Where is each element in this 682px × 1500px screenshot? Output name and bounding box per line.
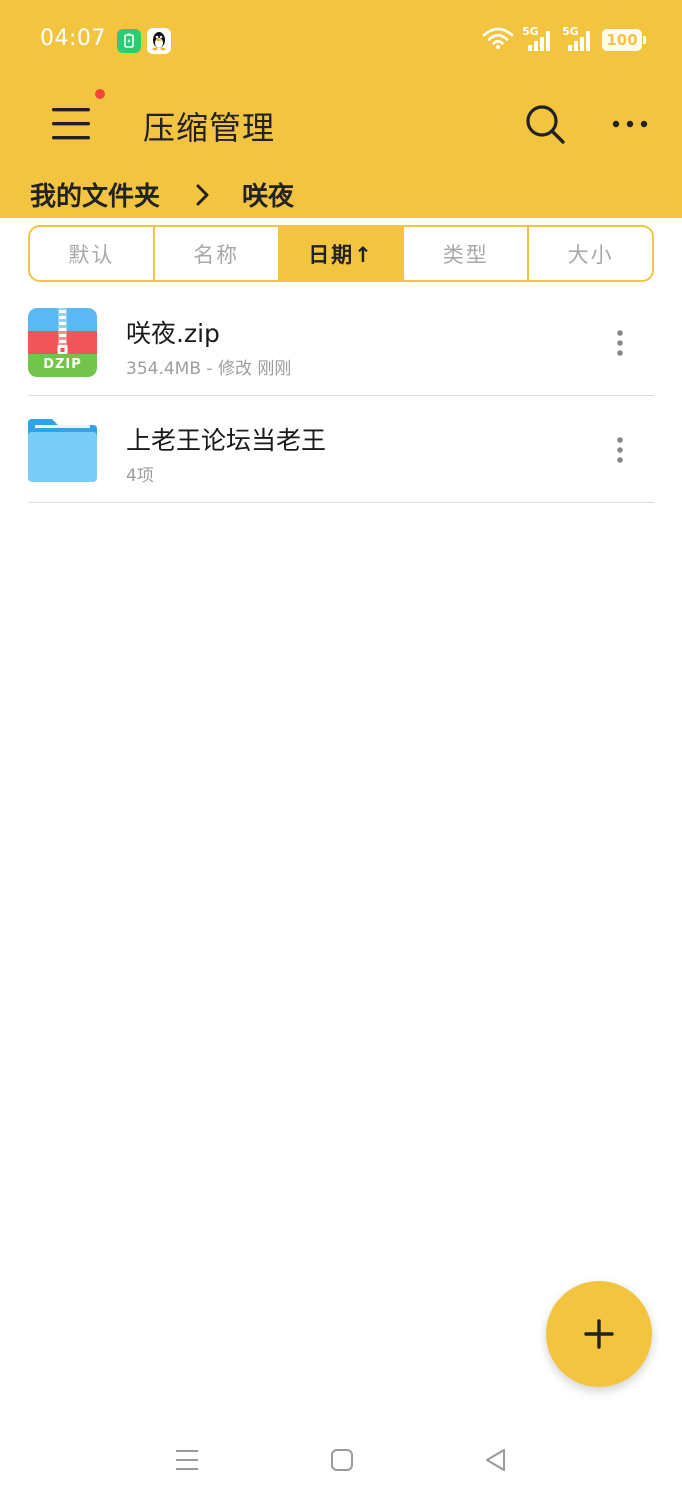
sort-tab-date[interactable]: 日期↑	[279, 227, 405, 280]
file-name: 上老王论坛当老王	[126, 426, 327, 455]
back-triangle-icon	[486, 1449, 505, 1471]
home-square-icon	[331, 1449, 353, 1471]
notification-dot	[95, 89, 105, 99]
item-more-button[interactable]	[606, 325, 634, 361]
system-nav-bar	[0, 1420, 682, 1500]
recents-menu-icon	[176, 1450, 198, 1470]
more-vertical-icon	[617, 330, 623, 356]
status-indicators: 5G 5G 100	[482, 25, 646, 54]
item-more-button[interactable]	[606, 432, 634, 468]
add-button[interactable]	[546, 1281, 652, 1387]
file-meta: 354.4MB - 修改 刚刚	[126, 359, 292, 379]
wifi-icon	[482, 26, 514, 54]
qq-penguin-icon	[147, 28, 171, 54]
sort-tab-name[interactable]: 名称	[155, 227, 280, 280]
more-options-button[interactable]	[606, 106, 654, 142]
zip-archive-icon: DZIP	[28, 308, 97, 377]
breadcrumb: 我的文件夹 咲夜	[30, 176, 294, 213]
chevron-right-icon	[194, 182, 212, 208]
battery-saver-app-icon	[117, 29, 141, 53]
nav-recents-button[interactable]	[167, 1440, 207, 1480]
hamburger-menu-icon	[52, 108, 90, 140]
sort-tab-type[interactable]: 类型	[404, 227, 530, 280]
more-horizontal-icon	[612, 120, 648, 128]
nav-home-button[interactable]	[322, 1440, 362, 1480]
signal-5g-icon-2: 5G	[562, 25, 594, 53]
status-time: 04:07	[40, 26, 106, 51]
plus-icon	[584, 1319, 614, 1349]
nav-back-button[interactable]	[476, 1440, 516, 1480]
folder-icon	[28, 415, 97, 484]
sort-tab-size[interactable]: 大小	[529, 227, 652, 280]
search-button[interactable]	[520, 100, 570, 150]
zip-icon-label: DZIP	[43, 357, 82, 372]
search-icon	[526, 105, 565, 144]
breadcrumb-current: 咲夜	[242, 182, 295, 212]
sort-tab-default[interactable]: 默认	[30, 227, 155, 280]
breadcrumb-root[interactable]: 我的文件夹	[30, 176, 160, 213]
app-header: 04:07 5G 5G 100 压缩管理 我的文件夹 咲夜	[0, 0, 682, 218]
list-item-zip-file[interactable]: DZIP 咲夜.zip 354.4MB - 修改 刚刚	[28, 290, 654, 396]
page-title: 压缩管理	[143, 109, 276, 147]
file-name: 咲夜.zip	[126, 319, 220, 348]
sort-tab-bar: 默认 名称 日期↑ 类型 大小	[28, 225, 654, 282]
battery-indicator: 100	[602, 29, 646, 51]
menu-button[interactable]	[46, 100, 98, 148]
list-item-folder[interactable]: 上老王论坛当老王 4项	[28, 397, 654, 503]
file-meta: 4项	[126, 466, 154, 486]
signal-5g-icon: 5G	[522, 25, 554, 53]
more-vertical-icon	[617, 437, 623, 463]
